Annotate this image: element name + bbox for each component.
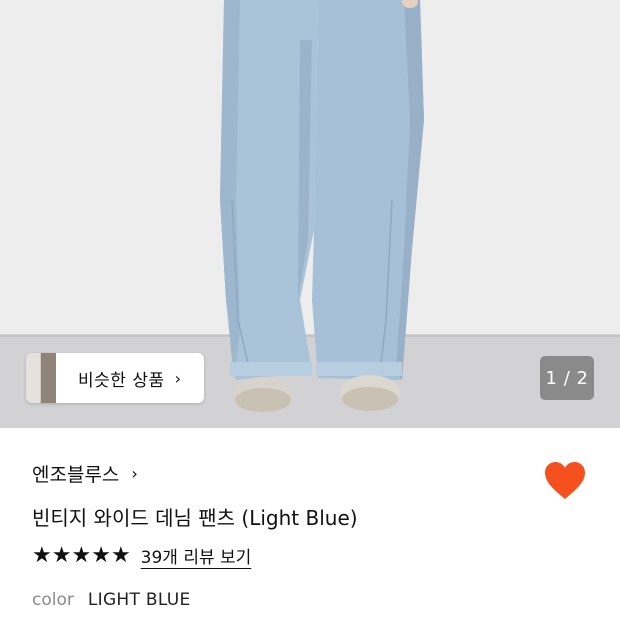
similar-products-button[interactable]: 비슷한 상품 › [26, 353, 204, 403]
wishlist-heart-icon[interactable] [543, 459, 587, 503]
star-icon: ★ [51, 542, 72, 568]
product-title: 빈티지 와이드 데님 팬츠 (Light Blue) [32, 506, 358, 530]
color-label: color [32, 590, 74, 610]
review-link[interactable]: 39개 리뷰 보기 [141, 543, 252, 568]
star-icon: ★ [110, 542, 131, 568]
rating-row: ★ ★ ★ ★ ★ 39개 리뷰 보기 [32, 543, 251, 568]
color-option: color LIGHT BLUE [32, 590, 191, 610]
image-page-counter: 1 / 2 [540, 356, 594, 400]
chevron-right-icon: › [174, 368, 182, 388]
brand-link[interactable]: 엔조블루스 › [32, 460, 138, 487]
star-icon: ★ [71, 542, 92, 568]
similar-products-thumbnail [26, 353, 56, 403]
rating-stars: ★ ★ ★ ★ ★ [32, 542, 131, 568]
color-value: LIGHT BLUE [87, 590, 191, 610]
product-image[interactable]: 비슷한 상품 › 1 / 2 [0, 0, 620, 428]
similar-products-label: 비슷한 상품 [78, 370, 165, 391]
star-icon: ★ [91, 542, 111, 568]
star-icon: ★ [32, 542, 52, 568]
chevron-right-icon: › [131, 464, 138, 483]
brand-name: 엔조블루스 [32, 464, 120, 486]
